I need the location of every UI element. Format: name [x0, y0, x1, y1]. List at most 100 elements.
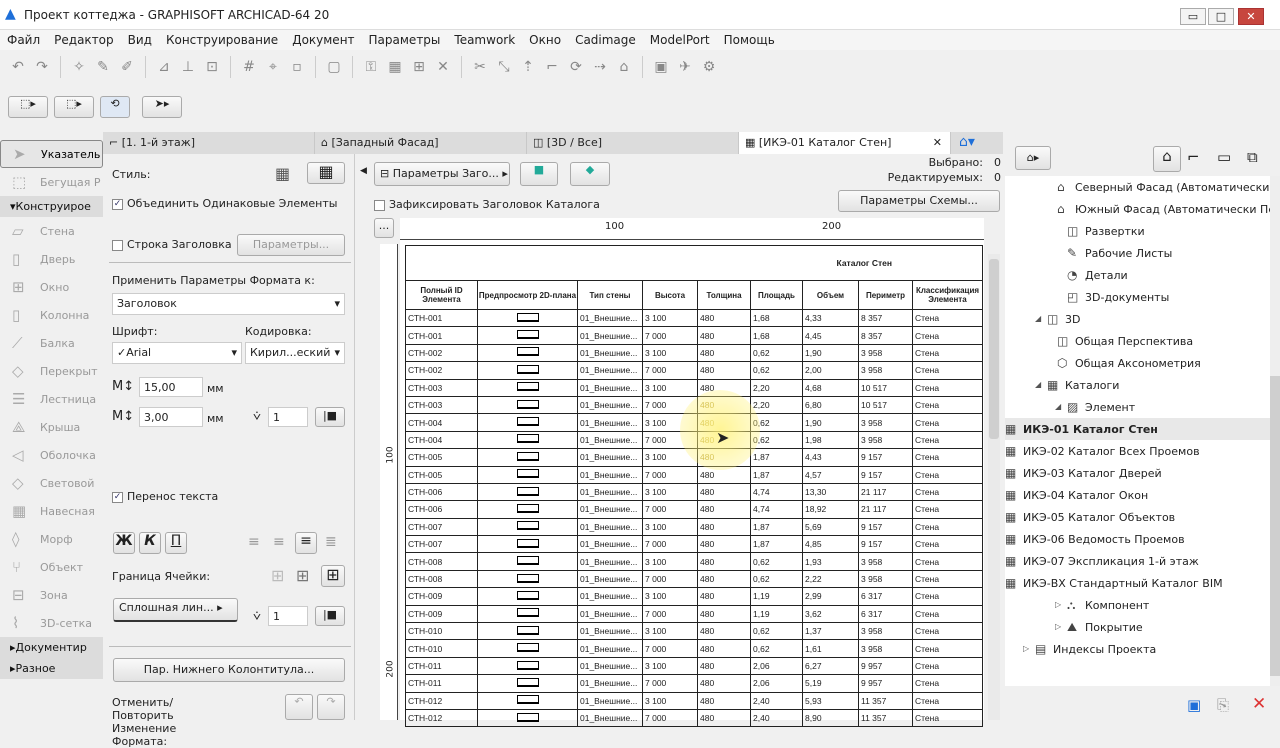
- table-cell[interactable]: 01_Внешние...: [577, 517, 643, 537]
- table-cell[interactable]: 3 100: [642, 378, 698, 397]
- toolbar-tool-icon[interactable]: ✈: [675, 57, 695, 77]
- border-none-icon[interactable]: ⊞: [271, 566, 284, 585]
- table-cell[interactable]: 1,93: [802, 552, 859, 571]
- table-cell[interactable]: 4,43: [802, 448, 859, 467]
- table-cell[interactable]: 480: [697, 622, 751, 641]
- collapse-panel-icon[interactable]: ◀: [360, 166, 367, 176]
- table-cell[interactable]: 01_Внешние...: [577, 413, 643, 432]
- table-cell[interactable]: Стена: [912, 552, 983, 571]
- more-button[interactable]: ...: [374, 218, 394, 238]
- encoding-select[interactable]: Кирил...еский ▾: [245, 342, 345, 364]
- toolbar-tool-icon[interactable]: ⌂: [614, 57, 634, 77]
- table-cell[interactable]: 01_Внешние...: [577, 604, 643, 624]
- table-cell[interactable]: 9 157: [858, 465, 913, 484]
- table-cell[interactable]: 2,22: [802, 569, 859, 589]
- table-cell[interactable]: 01_Внешние...: [577, 465, 643, 484]
- table-cell[interactable]: Стена: [912, 691, 983, 710]
- table-cell[interactable]: 480: [697, 674, 751, 693]
- table-cell[interactable]: 3 958: [858, 343, 913, 363]
- column-header[interactable]: Предпросмотр 2D-плана: [477, 280, 578, 310]
- menu-item[interactable]: Редактор: [47, 30, 120, 50]
- wrap-text-checkbox[interactable]: ✓ Перенос текста: [112, 490, 218, 503]
- toolbar-tool-icon[interactable]: ▢: [324, 57, 344, 77]
- table-cell[interactable]: 9 957: [858, 656, 913, 676]
- scheme-params-button[interactable]: Параметры Схемы...: [838, 190, 1000, 212]
- table-cell[interactable]: СТН-004: [405, 413, 478, 432]
- table-cell[interactable]: 480: [697, 535, 751, 554]
- navigator-item[interactable]: ⬡ Общая Аксонометрия: [1005, 352, 1270, 374]
- table-cell[interactable]: 3 100: [642, 552, 698, 571]
- toolbar-tool-icon[interactable]: ▣: [651, 57, 671, 77]
- navigator-item[interactable]: ⌂ Северный Фасад (Автоматически П: [1005, 176, 1270, 198]
- table-cell[interactable]: 6 317: [858, 587, 913, 606]
- table-cell[interactable]: 01_Внешние...: [577, 378, 643, 397]
- border-pen-input[interactable]: 1: [268, 606, 308, 626]
- column-header[interactable]: Периметр: [858, 280, 913, 310]
- table-cell[interactable]: 01_Внешние...: [577, 343, 643, 363]
- toolbar-tool-icon[interactable]: ✂: [470, 57, 490, 77]
- table-cell[interactable]: СТН-007: [405, 517, 478, 537]
- column-header[interactable]: Объем: [802, 280, 859, 310]
- table-row[interactable]: СТН-002 01_Внешние... 3 100 480 0,62 1,90 3 95…: [405, 343, 983, 363]
- undo-format-button[interactable]: ↶: [285, 694, 313, 720]
- layout-book-icon[interactable]: ▭: [1217, 148, 1231, 166]
- navigator-item[interactable]: ▦ ИКЭ-05 Каталог Объектов: [1005, 506, 1270, 528]
- table-cell[interactable]: 7 000: [642, 465, 698, 484]
- table-cell[interactable]: 10 517: [858, 378, 913, 397]
- vertical-scrollbar[interactable]: [988, 254, 1000, 720]
- table-cell[interactable]: 480: [697, 552, 751, 571]
- toolbar-tool-icon[interactable]: ↷: [32, 57, 52, 77]
- toolbar-tool-icon[interactable]: ✕: [433, 57, 453, 77]
- column-header[interactable]: Площадь: [750, 280, 803, 310]
- collapsed-arrow-icon[interactable]: ▷: [1023, 638, 1029, 660]
- table-cell[interactable]: 3 100: [642, 587, 698, 606]
- table-cell[interactable]: 3 100: [642, 308, 698, 328]
- text-pen-input[interactable]: 1: [268, 407, 308, 427]
- table-row[interactable]: СТН-012 01_Внешние... 3 100 480 2,40 5,93 11 3…: [405, 691, 983, 710]
- column-header[interactable]: Полный ID Элемента: [405, 280, 478, 310]
- expanded-arrow-icon[interactable]: ◢: [1055, 396, 1061, 418]
- table-cell[interactable]: СТН-012: [405, 691, 478, 710]
- style-grid-selected-button[interactable]: ▦: [307, 162, 345, 184]
- table-row[interactable]: СТН-010 01_Внешние... 7 000 480 0,62 1,61 3 95…: [405, 639, 983, 658]
- table-cell[interactable]: 4,74: [750, 482, 803, 502]
- table-cell[interactable]: 1,98: [802, 430, 859, 450]
- table-cell[interactable]: СТН-002: [405, 361, 478, 380]
- table-cell[interactable]: СТН-003: [405, 378, 478, 397]
- table-cell[interactable]: 7 000: [642, 674, 698, 693]
- tool-item[interactable]: ◊ Морф: [0, 525, 103, 553]
- toolbox-group-design[interactable]: ▾ Конструирое: [0, 196, 103, 217]
- table-cell[interactable]: 01_Внешние...: [577, 482, 643, 502]
- bold-button[interactable]: Ж: [113, 532, 135, 554]
- table-cell[interactable]: СТН-011: [405, 656, 478, 676]
- navigator-menu-button[interactable]: ⌂▸: [1015, 146, 1051, 170]
- table-cell[interactable]: 01_Внешние...: [577, 708, 643, 728]
- table-cell[interactable]: 480: [697, 656, 751, 676]
- table-cell[interactable]: Стена: [912, 378, 983, 397]
- pen-color-button[interactable]: |■: [315, 407, 345, 427]
- column-header[interactable]: Классификация Элемента: [912, 280, 983, 310]
- menu-item[interactable]: Cadimage: [568, 30, 643, 50]
- table-cell[interactable]: Стена: [912, 482, 983, 502]
- table-cell[interactable]: Стена: [912, 639, 983, 658]
- navigator-item[interactable]: ▦ ИКЭ-04 Каталог Окон: [1005, 484, 1270, 506]
- align-right-button[interactable]: ≡: [295, 532, 317, 554]
- navigator-item[interactable]: ▦ ИКЭ-ВХ Стандартный Каталог BIM: [1005, 572, 1270, 594]
- navigator-item[interactable]: ▦ ИКЭ-01 Каталог Стен: [1005, 418, 1270, 440]
- table-cell[interactable]: 3 958: [858, 413, 913, 432]
- table-cell[interactable]: 6,80: [802, 395, 859, 415]
- table-cell[interactable]: 1,90: [802, 413, 859, 432]
- toolbar-tool-icon[interactable]: ⟳: [566, 57, 586, 77]
- table-cell[interactable]: 2,06: [750, 674, 803, 693]
- table-cell[interactable]: СТН-009: [405, 604, 478, 624]
- menu-item[interactable]: Файл: [0, 30, 47, 50]
- table-cell[interactable]: СТН-004: [405, 430, 478, 450]
- navigator-item[interactable]: ◰ 3D-документы: [1005, 286, 1270, 308]
- table-row[interactable]: СТН-008 01_Внешние... 3 100 480 0,62 1,93 3 95…: [405, 552, 983, 571]
- table-cell[interactable]: 4,85: [802, 535, 859, 554]
- table-cell[interactable]: 01_Внешние...: [577, 674, 643, 693]
- table-cell[interactable]: 480: [697, 326, 751, 345]
- table-cell[interactable]: 01_Внешние...: [577, 552, 643, 571]
- underline-button[interactable]: П: [165, 532, 187, 554]
- table-cell[interactable]: 3 100: [642, 622, 698, 641]
